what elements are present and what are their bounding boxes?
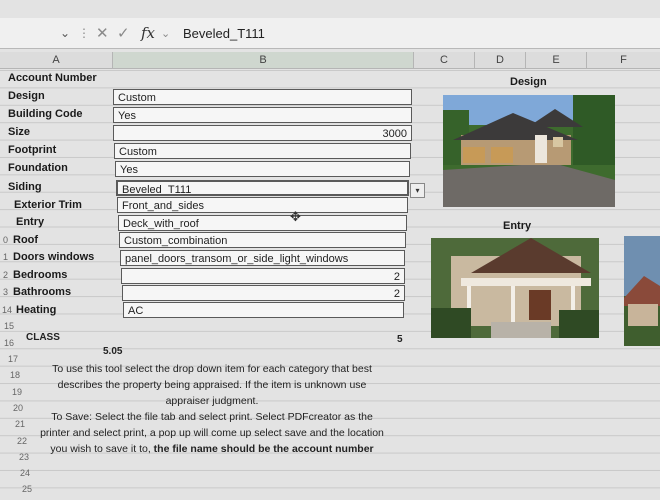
row-label-size: Size bbox=[8, 126, 31, 138]
chevron-down-icon[interactable]: ⌄ bbox=[161, 27, 170, 40]
column-header-e[interactable]: E bbox=[526, 52, 587, 69]
row-label-design: Design bbox=[8, 90, 45, 102]
design-image-label: Design bbox=[510, 76, 547, 88]
row-number[interactable]: 14 bbox=[2, 305, 12, 315]
row-label-bathrooms: Bathrooms bbox=[13, 286, 72, 298]
row-label-entry: Entry bbox=[16, 216, 45, 228]
row-number[interactable]: 21 bbox=[15, 419, 25, 429]
partial-house-image bbox=[624, 236, 660, 346]
column-header-d[interactable]: D bbox=[475, 52, 526, 69]
row-number[interactable]: 1 bbox=[3, 252, 13, 262]
row-number[interactable]: 20 bbox=[13, 403, 23, 413]
row-number[interactable]: 18 bbox=[10, 370, 20, 380]
function-icon[interactable]: fx bbox=[141, 24, 155, 42]
cancel-icon[interactable]: ✕ bbox=[96, 24, 109, 42]
entry-house-image bbox=[431, 238, 599, 338]
row-label-roof: Roof bbox=[13, 234, 39, 246]
row-label-heating: Heating bbox=[16, 304, 57, 316]
row-number[interactable]: 23 bbox=[19, 452, 29, 462]
row-number[interactable]: 2 bbox=[3, 270, 13, 280]
dropdown-arrow-icon[interactable]: ▾ bbox=[410, 183, 425, 198]
cell-entry[interactable]: Deck_with_roof bbox=[118, 215, 407, 231]
cell-bathrooms[interactable]: 2 bbox=[122, 285, 405, 301]
formula-input[interactable]: Beveled_T111 bbox=[183, 26, 265, 41]
cell-building-code[interactable]: Yes bbox=[113, 107, 412, 123]
design-house-image bbox=[443, 95, 615, 207]
column-header-a[interactable]: A bbox=[0, 52, 113, 69]
column-header-c[interactable]: C bbox=[414, 52, 475, 69]
cell-heating[interactable]: AC bbox=[123, 302, 404, 318]
cell-bedrooms[interactable]: 2 bbox=[121, 268, 405, 284]
row-number[interactable]: 16 bbox=[4, 338, 14, 348]
column-header-b[interactable]: B bbox=[113, 52, 414, 69]
cell-size[interactable]: 3000 bbox=[113, 125, 412, 141]
row-number[interactable]: 0 bbox=[3, 235, 13, 245]
row-number[interactable]: 24 bbox=[20, 468, 30, 478]
row-number[interactable]: 22 bbox=[17, 436, 27, 446]
row-label-foundation: Foundation bbox=[8, 162, 68, 174]
name-box-dropdown[interactable]: ⌄ bbox=[60, 26, 70, 40]
row-label-doors-windows: Doors windows bbox=[13, 251, 95, 263]
row-number[interactable]: 15 bbox=[4, 321, 14, 331]
cell-roof[interactable]: Custom_combination bbox=[119, 232, 406, 248]
cross-cursor-icon: ✥ bbox=[290, 209, 301, 224]
row-label-siding: Siding bbox=[8, 181, 42, 193]
row-label-footprint: Footprint bbox=[8, 144, 57, 156]
formula-bar: ⌄ ⋮ ✕ ✓ fx ⌄ Beveled_T111 bbox=[0, 18, 660, 49]
row-label-building-code: Building Code bbox=[8, 108, 83, 120]
score-value[interactable]: 5.05 bbox=[103, 346, 122, 357]
enter-icon[interactable]: ✓ bbox=[117, 24, 130, 42]
column-header-f[interactable]: F bbox=[587, 52, 660, 69]
cell-doors-windows[interactable]: panel_doors_transom_or_side_light_window… bbox=[120, 250, 405, 266]
row-number[interactable]: 3 bbox=[3, 287, 13, 297]
entry-image-label: Entry bbox=[503, 220, 532, 232]
row-label-exterior-trim: Exterior Trim bbox=[14, 199, 82, 211]
usage-instructions: To use this tool select the drop down it… bbox=[52, 363, 372, 408]
class-label: CLASS bbox=[26, 332, 60, 343]
save-instructions-bold: the file name should be the account numb… bbox=[153, 443, 374, 456]
cell-foundation[interactable]: Yes bbox=[115, 161, 410, 177]
cell-siding[interactable]: Beveled_T111 bbox=[116, 180, 409, 196]
row-number[interactable]: 19 bbox=[12, 387, 22, 397]
row-number[interactable]: 17 bbox=[8, 354, 18, 364]
cell-design[interactable]: Custom bbox=[113, 89, 412, 105]
class-value[interactable]: 5 bbox=[397, 334, 403, 345]
cell-footprint[interactable]: Custom bbox=[114, 143, 411, 159]
account-number-label: Account Number bbox=[8, 72, 97, 84]
spreadsheet-screen: ⌄ ⋮ ✕ ✓ fx ⌄ Beveled_T111 A B C D E F Ac… bbox=[0, 0, 660, 500]
more-options-icon[interactable]: ⋮ bbox=[78, 26, 90, 40]
save-instructions: To Save: Select the file tab and select … bbox=[36, 409, 388, 458]
row-label-bedrooms: Bedrooms bbox=[13, 269, 68, 281]
cell-exterior-trim[interactable]: Front_and_sides bbox=[117, 197, 408, 213]
row-number[interactable]: 25 bbox=[22, 484, 32, 494]
